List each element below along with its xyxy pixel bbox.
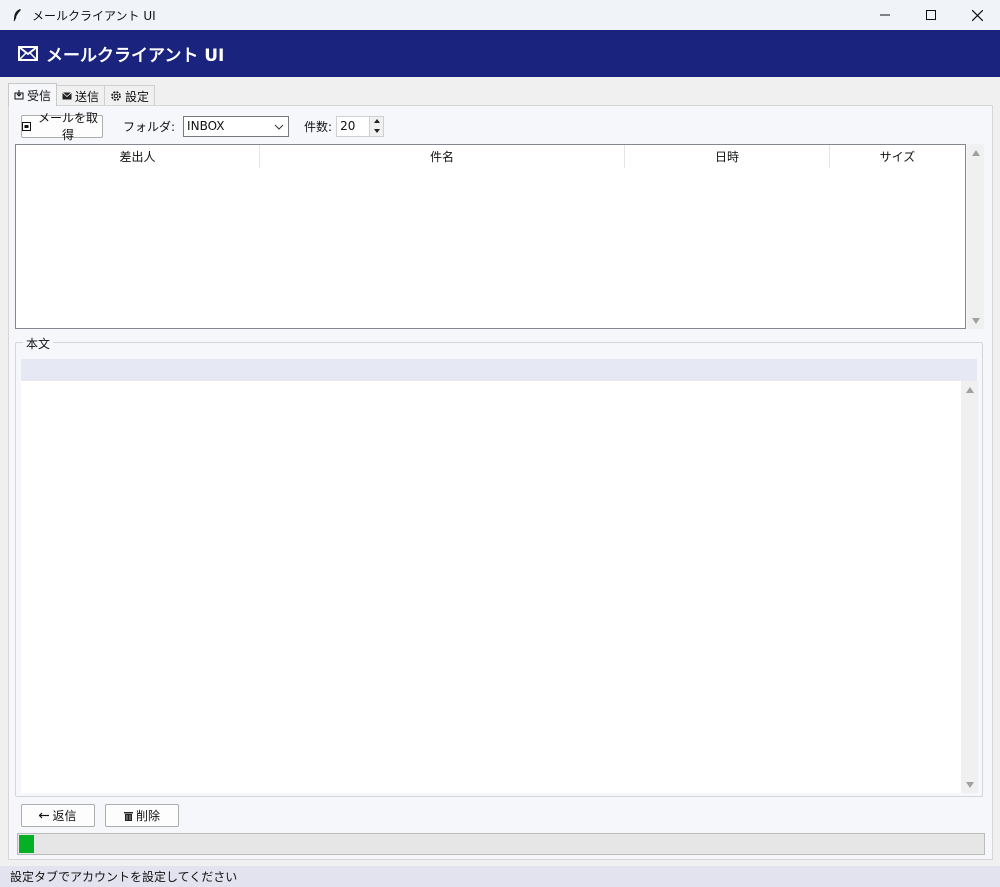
body-textarea[interactable] bbox=[21, 381, 961, 793]
progress-fill bbox=[19, 835, 34, 853]
mail-icon bbox=[18, 46, 38, 62]
spin-down-button[interactable] bbox=[369, 126, 384, 136]
reply-button[interactable]: 返信 bbox=[21, 804, 95, 827]
download-icon bbox=[22, 121, 31, 131]
tab-settings[interactable]: 設定 bbox=[104, 85, 156, 106]
status-text: 設定タブでアカウントを設定してください bbox=[10, 870, 238, 884]
body-header-area bbox=[21, 359, 977, 381]
chevron-down-icon bbox=[274, 121, 284, 135]
fetch-mail-button[interactable]: メールを取得 bbox=[21, 111, 103, 142]
column-header-subject[interactable]: 件名 bbox=[260, 145, 625, 168]
tab-bar: 受信 送信 設定 bbox=[8, 83, 156, 106]
tab-settings-label: 設定 bbox=[125, 89, 150, 104]
reply-label: 返信 bbox=[52, 809, 77, 823]
trash-icon bbox=[123, 811, 133, 821]
arrow-down-icon bbox=[373, 128, 380, 133]
inbox-tray-icon bbox=[14, 90, 24, 100]
scroll-up-icon[interactable] bbox=[967, 144, 984, 161]
column-header-sender[interactable]: 差出人 bbox=[16, 145, 260, 168]
spin-up-button[interactable] bbox=[369, 116, 384, 126]
folder-label: フォルダ: bbox=[123, 119, 176, 134]
close-icon bbox=[971, 9, 983, 21]
column-header-date[interactable]: 日時 bbox=[625, 145, 830, 168]
envelope-icon bbox=[62, 92, 72, 100]
scroll-down-icon[interactable] bbox=[967, 312, 984, 329]
feather-icon bbox=[10, 8, 24, 22]
delete-button[interactable]: 削除 bbox=[105, 804, 179, 827]
body-scrollbar[interactable] bbox=[961, 381, 978, 793]
mail-list[interactable]: 差出人 件名 日時 サイズ bbox=[15, 144, 966, 329]
inbox-toolbar: メールを取得 フォルダ: INBOX 件数: 20 bbox=[21, 111, 385, 142]
folder-select-value: INBOX bbox=[187, 119, 225, 133]
minimize-button[interactable] bbox=[862, 0, 908, 30]
count-value: 20 bbox=[340, 119, 356, 133]
folder-select[interactable]: INBOX bbox=[183, 115, 290, 137]
delete-label: 削除 bbox=[135, 809, 160, 823]
body-group: 本文 bbox=[15, 335, 983, 797]
mail-list-header: 差出人 件名 日時 サイズ bbox=[16, 145, 965, 168]
window-controls bbox=[862, 0, 1000, 30]
app-title: メールクライアント UI bbox=[46, 46, 225, 66]
reply-arrow-icon bbox=[39, 812, 50, 819]
arrow-up-icon bbox=[373, 119, 380, 124]
scroll-up-icon[interactable] bbox=[961, 381, 978, 398]
app-header: メールクライアント UI bbox=[0, 30, 1000, 77]
tab-inbox-label: 受信 bbox=[27, 88, 52, 103]
close-button[interactable] bbox=[954, 0, 1000, 30]
mail-actions: 返信 削除 bbox=[21, 804, 179, 827]
tab-inbox[interactable]: 受信 bbox=[8, 83, 58, 106]
fetch-mail-label: メールを取得 bbox=[37, 111, 98, 142]
scroll-down-icon[interactable] bbox=[961, 776, 978, 793]
maximize-icon bbox=[926, 10, 936, 20]
gear-icon bbox=[110, 90, 122, 102]
count-label: 件数: bbox=[304, 119, 333, 134]
maximize-button[interactable] bbox=[908, 0, 954, 30]
window-title: メールクライアント UI bbox=[32, 8, 156, 23]
column-header-size[interactable]: サイズ bbox=[830, 145, 965, 168]
tab-send-label: 送信 bbox=[75, 89, 100, 104]
window-titlebar: メールクライアント UI bbox=[0, 0, 1000, 30]
status-bar: 設定タブでアカウントを設定してください bbox=[0, 866, 1000, 887]
progress-bar bbox=[17, 833, 985, 855]
count-spinbox[interactable]: 20 bbox=[336, 115, 385, 137]
mail-list-scrollbar[interactable] bbox=[967, 144, 984, 329]
inbox-panel: メールを取得 フォルダ: INBOX 件数: 20 差出人 件名 日時 サイズ … bbox=[8, 105, 993, 860]
minimize-icon bbox=[880, 14, 890, 16]
count-spin-buttons bbox=[369, 116, 384, 136]
tab-send[interactable]: 送信 bbox=[56, 85, 106, 106]
body-legend: 本文 bbox=[23, 335, 54, 352]
